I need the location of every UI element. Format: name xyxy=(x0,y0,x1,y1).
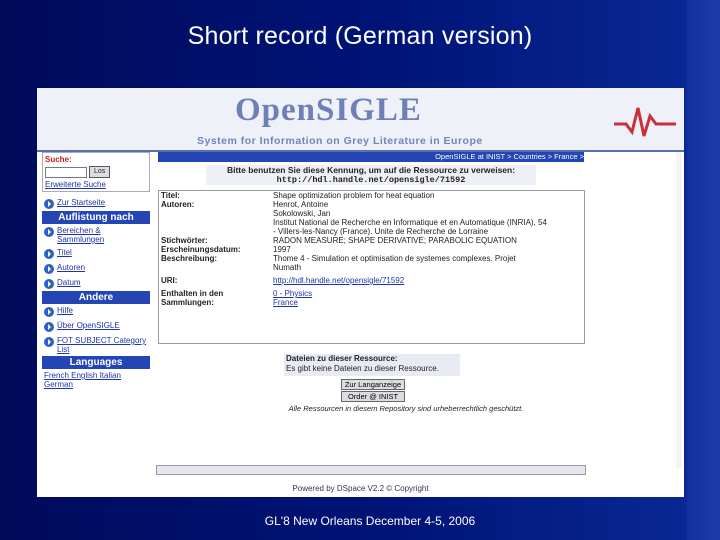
field-value: Thome 4 - Simulation et optimisation de … xyxy=(273,254,516,263)
site-logo[interactable]: OpenSIGLE xyxy=(235,92,422,129)
browse-header: Auflistung nach xyxy=(42,211,150,224)
files-box: Dateien zu dieser Ressource: Es gibt kei… xyxy=(284,354,460,376)
handle-notice: Bitte benutzen Sie diese Kennung, um auf… xyxy=(226,165,516,175)
handle-notice-box: Bitte benutzen Sie diese Kennung, um auf… xyxy=(206,165,536,185)
other-header: Andere xyxy=(42,291,150,304)
order-inist-button[interactable]: Order @ INIST xyxy=(341,391,405,402)
arrow-icon xyxy=(44,307,54,317)
home-link[interactable]: Zur Startseite xyxy=(42,196,150,211)
table-row: Numath xyxy=(159,263,584,272)
arrow-icon xyxy=(44,264,54,274)
field-value: Numath xyxy=(273,263,302,272)
full-record-button[interactable]: Zur Langanzeige xyxy=(341,379,405,390)
other-item-help[interactable]: Hilfe xyxy=(42,304,150,319)
collection-link[interactable]: 0 - Physics xyxy=(273,289,584,298)
table-row: Erscheinungsdatum: 1997 xyxy=(159,245,584,254)
field-value: 1997 xyxy=(273,245,291,254)
table-row: Sammlungen: France xyxy=(159,298,584,307)
browse-item-label: Datum xyxy=(57,278,81,287)
field-label xyxy=(159,227,273,236)
handle-url: http://hdl.handle.net/opensigle/71592 xyxy=(276,175,466,185)
other-item-category-list[interactable]: FOT SUBJECT Category List xyxy=(42,334,150,356)
footer: Powered by DSpace V2.2 © Copyright xyxy=(292,484,429,493)
files-header: Dateien zu dieser Ressource: xyxy=(286,354,398,363)
breadcrumb[interactable]: OpenSIGLE at INIST > Countries > France … xyxy=(158,152,584,162)
slide-title: Short record (German version) xyxy=(187,22,533,50)
vertical-scrollbar[interactable] xyxy=(676,152,682,468)
table-row: - Villers-les-Nancy (France). Unite de R… xyxy=(159,227,584,236)
field-label: Titel: xyxy=(161,191,180,200)
slide-right-strip xyxy=(687,0,720,540)
arrow-icon xyxy=(44,227,54,237)
browse-item-label: Bereichen & Sammlungen xyxy=(57,226,105,244)
sidebar: Suche: Los Erweiterte Suche Zur Startsei… xyxy=(42,152,150,492)
browser-screenshot: OpenSIGLE System for Information on Grey… xyxy=(37,88,684,497)
table-row: Sokolowski, Jan xyxy=(159,209,584,218)
field-value: - Villers-les-Nancy (France). Unite de R… xyxy=(273,227,489,236)
field-label: Stichwörter: xyxy=(161,236,208,245)
browse-item-label: Titel xyxy=(57,248,72,257)
slide-caption: GL'8 New Orleans December 4-5, 2006 xyxy=(264,514,476,528)
uri-link[interactable]: http://hdl.handle.net/opensigle/71592 xyxy=(273,276,584,285)
field-label xyxy=(159,263,273,272)
table-row: Beschreibung: Thome 4 - Simulation et opt… xyxy=(159,254,584,263)
other-item-label: FOT SUBJECT Category List xyxy=(57,336,147,354)
table-row: Titel: Shape optimization problem for hea… xyxy=(159,191,584,200)
field-label: Autoren: xyxy=(161,200,195,209)
browse-item-authors[interactable]: Autoren xyxy=(42,261,150,276)
language-links[interactable]: French English Italian German xyxy=(42,369,150,391)
search-panel: Suche: Los Erweiterte Suche xyxy=(42,152,150,192)
field-value: Shape optimization problem for heat equa… xyxy=(273,191,435,200)
collection-link[interactable]: France xyxy=(273,298,584,307)
field-value: RADON MEASURE; SHAPE DERIVATIVE; PARABOL… xyxy=(273,236,517,245)
table-row: Stichwörter: RADON MEASURE; SHAPE DERIVAT… xyxy=(159,236,584,245)
field-label: Erscheinungsdatum: xyxy=(161,245,241,254)
other-item-about[interactable]: Über OpenSIGLE xyxy=(42,319,150,334)
field-value: Institut National de Recherche en Inform… xyxy=(273,218,547,227)
site-tagline: System for Information on Grey Literatur… xyxy=(197,135,483,147)
site-banner: OpenSIGLE System for Information on Grey… xyxy=(37,88,684,152)
files-note: Es gibt keine Dateien zu dieser Ressourc… xyxy=(286,364,439,373)
go-button[interactable]: Los xyxy=(89,166,111,178)
other-item-label: Hilfe xyxy=(57,306,74,315)
search-row: Los xyxy=(45,166,147,178)
arrow-icon xyxy=(44,199,54,209)
arrow-icon xyxy=(44,322,54,332)
field-value: Sokolowski, Jan xyxy=(273,209,331,218)
field-label: URI: xyxy=(161,276,178,285)
home-link-label: Zur Startseite xyxy=(57,198,106,207)
search-label: Suche: xyxy=(45,155,72,164)
arrow-icon xyxy=(44,337,54,347)
field-label: Enthalten in den xyxy=(161,289,224,298)
arrow-icon xyxy=(44,279,54,289)
browse-item-date[interactable]: Datum xyxy=(42,276,150,291)
advanced-search-link[interactable]: Erweiterte Suche xyxy=(45,180,147,189)
field-label: Beschreibung: xyxy=(161,254,218,263)
pulse-wave-icon xyxy=(614,107,676,137)
table-row: Autoren: Henrot, Antoine xyxy=(159,200,584,209)
field-label: Sammlungen: xyxy=(161,298,214,307)
table-row: URI: http://hdl.handle.net/opensigle/7159… xyxy=(159,276,584,285)
languages-header: Languages xyxy=(42,356,150,369)
metadata-table: Titel: Shape optimization problem for hea… xyxy=(158,190,585,344)
table-row: Institut National de Recherche en Inform… xyxy=(159,218,584,227)
field-label xyxy=(159,218,273,227)
browse-item-label: Autoren xyxy=(57,263,86,272)
field-label xyxy=(159,209,273,218)
arrow-icon xyxy=(44,249,54,259)
browse-item-title[interactable]: Titel xyxy=(42,246,150,261)
rights-note: Alle Ressourcen in diesem Repository sin… xyxy=(288,404,524,413)
search-input[interactable] xyxy=(45,166,87,178)
horizontal-scrollbar[interactable] xyxy=(156,465,586,475)
record-content: OpenSIGLE at INIST > Countries > France … xyxy=(156,152,585,492)
browse-item-collections[interactable]: Bereichen & Sammlungen xyxy=(42,224,150,246)
other-item-label: Über OpenSIGLE xyxy=(57,321,120,330)
table-row: Enthalten in den 0 - Physics xyxy=(159,289,584,298)
field-value: Henrot, Antoine xyxy=(273,200,329,209)
